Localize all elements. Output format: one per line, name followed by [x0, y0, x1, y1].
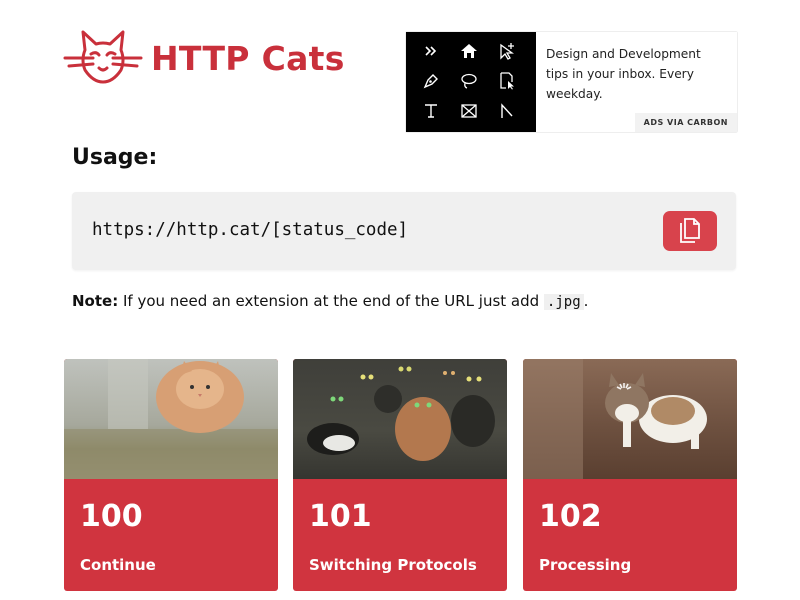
note-label: Note:	[72, 292, 119, 310]
note-end: .	[583, 292, 589, 310]
status-code: 102	[539, 499, 602, 534]
ad-image[interactable]	[406, 32, 536, 132]
status-card-100[interactable]: 100 Continue	[64, 359, 278, 591]
status-label: Continue	[80, 556, 156, 574]
frame-icon	[458, 100, 480, 122]
copy-button[interactable]	[663, 211, 717, 251]
cursor-plus-icon	[496, 40, 518, 62]
cat-photo	[64, 359, 278, 479]
doc-cursor-icon	[496, 70, 518, 92]
cat-photo	[293, 359, 507, 479]
status-code: 101	[309, 499, 372, 534]
usage-code-box: https://http.cat/[status_code]	[72, 192, 736, 270]
status-code: 100	[80, 499, 143, 534]
carbon-ad[interactable]: Design and Development tips in your inbo…	[406, 32, 737, 132]
logo[interactable]: HTTP Cats	[63, 30, 345, 86]
note-text: If you need an extension at the end of t…	[118, 292, 544, 310]
note: Note: If you need an extension at the en…	[72, 292, 588, 310]
status-card-102[interactable]: 102 Processing	[523, 359, 737, 591]
home-icon	[458, 40, 480, 62]
usage-heading: Usage:	[72, 145, 158, 170]
pen-icon	[420, 70, 442, 92]
usage-url: https://http.cat/[status_code]	[92, 220, 409, 240]
ads-via-carbon-link[interactable]: ADS VIA CARBON	[634, 113, 737, 132]
status-label: Processing	[539, 556, 632, 574]
cat-photo	[523, 359, 737, 479]
status-label: Switching Protocols	[309, 556, 477, 574]
chevrons-icon	[420, 40, 442, 62]
text-icon	[420, 100, 442, 122]
slice-icon	[496, 100, 518, 122]
site-title: HTTP Cats	[151, 38, 345, 78]
copy-icon	[680, 218, 700, 243]
note-extension: .jpg	[543, 294, 584, 310]
cat-face-icon	[63, 30, 143, 84]
status-card-101[interactable]: 101 Switching Protocols	[293, 359, 507, 591]
lasso-icon	[458, 70, 480, 92]
